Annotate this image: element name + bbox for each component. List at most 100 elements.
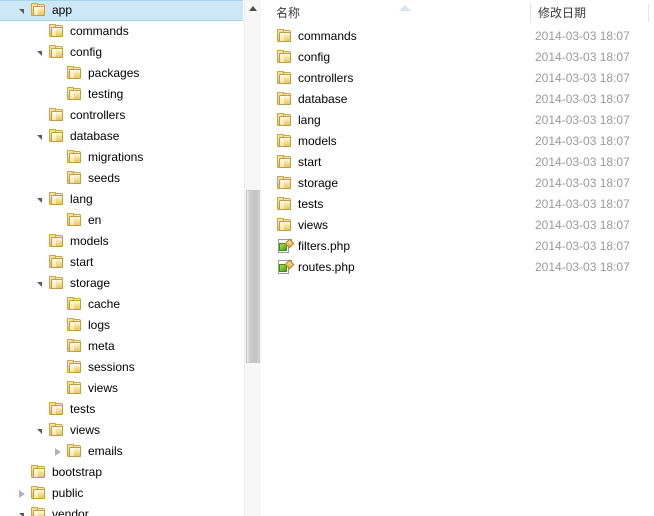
tree-item-emails[interactable]: emails	[0, 441, 244, 462]
file-list-row[interactable]: storage 2014-03-03 18:07	[262, 173, 654, 194]
column-divider-1[interactable]	[530, 4, 531, 22]
tree-item-storage[interactable]: storage	[0, 273, 244, 294]
expand-arrow-right-icon[interactable]	[14, 483, 30, 504]
file-date-modified-cell: 2014-03-03 18:07	[535, 176, 630, 190]
expand-arrow-down-icon[interactable]	[32, 42, 48, 63]
expand-arrow-right-icon[interactable]	[50, 441, 66, 462]
file-list-row[interactable]: tests 2014-03-03 18:07	[262, 194, 654, 215]
tree-item-start[interactable]: start	[0, 252, 244, 273]
tree-item-public[interactable]: public	[0, 483, 244, 504]
tree-twisty-placeholder	[50, 84, 66, 105]
file-list-row[interactable]: lang 2014-03-03 18:07	[262, 110, 654, 131]
navigation-tree-scrollbar[interactable]	[244, 0, 261, 516]
tree-item-config[interactable]: config	[0, 42, 244, 63]
scrollbar-thumb[interactable]	[246, 190, 260, 363]
scroll-up-arrow-button[interactable]	[245, 0, 261, 17]
tree-item-packages[interactable]: packages	[0, 63, 244, 84]
folder-icon	[30, 465, 47, 480]
file-list-column-header[interactable]: 名称 修改日期	[262, 0, 654, 26]
tree-item-views[interactable]: views	[0, 378, 244, 399]
folder-icon	[48, 129, 65, 144]
file-name-label: database	[298, 92, 348, 106]
column-header-name[interactable]: 名称	[276, 0, 300, 26]
folder-icon	[48, 192, 65, 207]
tree-item-label: app	[52, 3, 73, 17]
tree-item-label: public	[52, 486, 84, 500]
tree-twisty-placeholder	[50, 294, 66, 315]
file-name-label: config	[298, 50, 331, 64]
file-list-row[interactable]: config 2014-03-03 18:07	[262, 47, 654, 68]
tree-item-cache[interactable]: cache	[0, 294, 244, 315]
file-name-cell: database	[262, 89, 524, 110]
tree-item-app[interactable]: app	[0, 0, 243, 21]
tree-item-label: vendor	[52, 507, 89, 516]
file-list-row[interactable]: views 2014-03-03 18:07	[262, 215, 654, 236]
folder-icon	[48, 108, 65, 123]
tree-twisty-placeholder	[50, 147, 66, 168]
tree-item-en[interactable]: en	[0, 210, 244, 231]
tree-twisty-placeholder	[32, 231, 48, 252]
tree-item-models[interactable]: models	[0, 231, 244, 252]
tree-item-database[interactable]: database	[0, 126, 244, 147]
file-list-pane[interactable]: 名称 修改日期 commands 2014-03-03 18:07 config 20…	[262, 0, 654, 516]
tree-item-label: commands	[70, 24, 129, 38]
tree-item-label: packages	[88, 66, 140, 80]
expand-arrow-down-icon[interactable]	[32, 273, 48, 294]
folder-icon	[66, 381, 83, 396]
navigation-tree-pane[interactable]: app commands config packages testing controll…	[0, 0, 244, 516]
file-list-row[interactable]: routes.php 2014-03-03 18:07	[262, 257, 654, 278]
file-date-modified-cell: 2014-03-03 18:07	[535, 134, 630, 148]
tree-item-bootstrap[interactable]: bootstrap	[0, 462, 244, 483]
folder-icon	[30, 507, 47, 516]
expand-arrow-down-icon[interactable]	[14, 504, 30, 516]
tree-item-vendor[interactable]: vendor	[0, 504, 244, 516]
file-name-label: controllers	[298, 71, 354, 85]
tree-item-label: bootstrap	[52, 465, 103, 479]
tree-item-testing[interactable]: testing	[0, 84, 244, 105]
tree-item-label: testing	[88, 87, 124, 101]
tree-item-migrations[interactable]: migrations	[0, 147, 244, 168]
tree-item-meta[interactable]: meta	[0, 336, 244, 357]
folder-icon	[276, 155, 293, 170]
folder-icon	[276, 176, 293, 191]
tree-item-label: lang	[70, 192, 93, 206]
tree-item-views[interactable]: views	[0, 420, 244, 441]
tree-item-label: views	[88, 381, 119, 395]
column-header-date-modified[interactable]: 修改日期	[538, 0, 586, 26]
file-list-rows[interactable]: commands 2014-03-03 18:07 config 2014-03-03…	[262, 26, 654, 278]
folder-icon	[48, 423, 65, 438]
expand-arrow-down-icon[interactable]	[32, 420, 48, 441]
folder-tree[interactable]: app commands config packages testing controll…	[0, 0, 244, 516]
file-list-row[interactable]: controllers 2014-03-03 18:07	[262, 68, 654, 89]
tree-twisty-placeholder	[14, 462, 30, 483]
tree-item-controllers[interactable]: controllers	[0, 105, 244, 126]
folder-icon	[276, 50, 293, 65]
php-file-icon	[276, 238, 295, 254]
expand-arrow-down-icon[interactable]	[32, 126, 48, 147]
file-list-row[interactable]: filters.php 2014-03-03 18:07	[262, 236, 654, 257]
tree-item-commands[interactable]: commands	[0, 21, 244, 42]
tree-item-label: migrations	[88, 150, 144, 164]
column-divider-2[interactable]	[648, 4, 649, 22]
expand-arrow-down-icon[interactable]	[32, 189, 48, 210]
file-list-row[interactable]: models 2014-03-03 18:07	[262, 131, 654, 152]
tree-twisty-placeholder	[50, 315, 66, 336]
tree-item-sessions[interactable]: sessions	[0, 357, 244, 378]
tree-item-seeds[interactable]: seeds	[0, 168, 244, 189]
file-list-row[interactable]: start 2014-03-03 18:07	[262, 152, 654, 173]
tree-item-label: sessions	[88, 360, 135, 374]
expand-arrow-down-icon[interactable]	[14, 0, 30, 21]
file-list-row[interactable]: database 2014-03-03 18:07	[262, 89, 654, 110]
tree-item-tests[interactable]: tests	[0, 399, 244, 420]
tree-item-logs[interactable]: logs	[0, 315, 244, 336]
file-name-label: commands	[298, 29, 357, 43]
tree-item-lang[interactable]: lang	[0, 189, 244, 210]
file-list-row[interactable]: commands 2014-03-03 18:07	[262, 26, 654, 47]
